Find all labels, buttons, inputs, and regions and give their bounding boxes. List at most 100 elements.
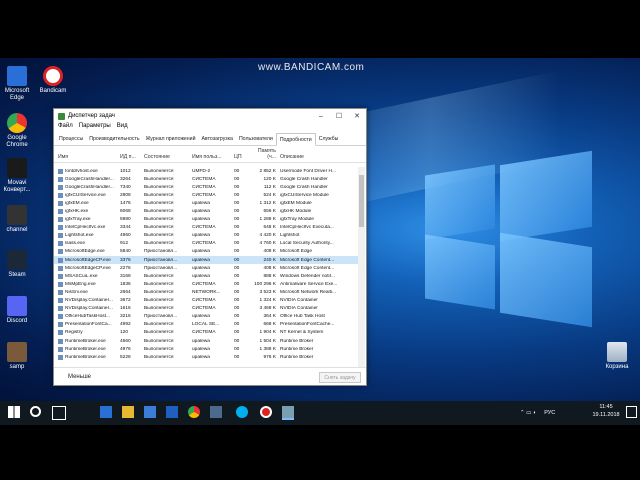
table-row[interactable]: GoogleCrashHandler... 3264 Выполняется СИСТ… — [54, 175, 358, 183]
table-row[interactable]: IntelCpHecIfvc.exe 3344 Выполняется СИСТЕМА… — [54, 224, 358, 232]
edge-taskbar-icon-2[interactable] — [166, 406, 178, 418]
process-description-text: igfxHK Module — [280, 209, 312, 215]
process-icon — [58, 257, 63, 263]
menu-options[interactable]: Параметры — [79, 123, 111, 133]
desktop-icon-channel[interactable]: channel — [0, 205, 34, 234]
table-row[interactable]: Registry 120 Выполняется СИСТЕМА 00 1 904 K NT… — [54, 329, 358, 337]
desktop-icon-discord[interactable]: Discord — [0, 296, 34, 325]
task-view-icon[interactable] — [52, 406, 66, 420]
edge-taskbar-icon[interactable] — [100, 406, 112, 418]
process-pid: 912 — [120, 241, 144, 246]
end-task-button[interactable]: Снять задачу — [319, 372, 361, 383]
process-pid: 1012 — [120, 169, 144, 174]
start-icon[interactable] — [8, 406, 20, 418]
tab-services[interactable]: Службы — [316, 133, 342, 145]
column-header-cpu[interactable]: ЦП — [234, 154, 248, 160]
record-taskbar-icon[interactable] — [260, 406, 272, 418]
table-row[interactable]: MsMpEng.exe 1836 Выполняется СИСТЕМА 00 100 2… — [54, 280, 358, 288]
table-row[interactable]: fontdrvhost.exe 1012 Выполняется UMFD-2 00 2 … — [54, 167, 358, 175]
table-row[interactable]: NisSrv.exe 2664 Выполняется NETWORK... 00 3 5… — [54, 288, 358, 296]
process-user-text: СИСТЕМА — [192, 176, 216, 182]
scrollbar[interactable] — [358, 167, 365, 367]
fewer-details-button[interactable]: Меньше — [68, 374, 91, 380]
table-row[interactable]: MicrosoftEdgeCP.exe 2276 Приостановл... upa… — [54, 264, 358, 272]
table-row[interactable]: NVDisplay.Container... 3672 Выполняется СИС… — [54, 297, 358, 305]
process-status: Приостановл... — [144, 258, 192, 263]
process-cpu-text: 00 — [234, 338, 240, 344]
process-name: igfxTray.exe — [54, 217, 120, 223]
process-memory: 120 K — [248, 177, 280, 182]
store-icon[interactable] — [144, 406, 156, 418]
table-row[interactable]: igfxTray.exe 5980 Выполняется upalewa 00 1 28… — [54, 216, 358, 224]
process-status-text: Выполняется — [144, 306, 174, 312]
table-row[interactable]: Lightshot.exe 4960 Выполняется upalewa 00 4 4… — [54, 232, 358, 240]
steam-taskbar-icon[interactable] — [210, 406, 222, 418]
process-status: Выполняется — [144, 209, 192, 214]
maximize-button[interactable]: ☐ — [330, 109, 348, 123]
letterbox-top — [0, 0, 640, 58]
title-bar[interactable]: Диспетчер задач – ☐ ✕ — [54, 109, 366, 123]
tab-processes[interactable]: Процессы — [56, 133, 86, 145]
column-header-memory[interactable]: Память (ч... — [248, 148, 280, 160]
process-memory-text: 4 420 K — [259, 233, 276, 239]
tab-users[interactable]: Пользователи — [236, 133, 276, 145]
process-status: Выполняется — [144, 241, 192, 246]
table-row[interactable]: MicrosoftEdge.exe 5840 Приостановл... upale… — [54, 248, 358, 256]
process-name-text: PresentationFontCa... — [65, 322, 112, 328]
table-row[interactable]: RuntimeBroker.exe 4560 Выполняется upalewa 0… — [54, 337, 358, 345]
language-indicator[interactable]: РУС — [544, 410, 555, 416]
table-row[interactable]: MSASCuiL.exe 3168 Выполняется upalewa 00 888 … — [54, 272, 358, 280]
skype-taskbar-icon[interactable] — [236, 406, 248, 418]
table-row[interactable]: lsass.exe 912 Выполняется СИСТЕМА 00 4 760 K L… — [54, 240, 358, 248]
close-button[interactable]: ✕ — [348, 109, 366, 123]
tray-icons[interactable]: ⌃ ▭ ◗ — [520, 410, 536, 416]
column-header-status[interactable]: Состояние — [144, 154, 192, 160]
table-row[interactable]: RuntimeBroker.exe 4976 Выполняется upalewa 0… — [54, 345, 358, 353]
process-description-text: Usermode Font Driver H... — [280, 168, 336, 174]
process-description-text: Runtime Broker — [280, 338, 314, 344]
menu-bar: Файл Параметры Вид — [54, 123, 366, 133]
process-status-text: Выполняется — [144, 200, 174, 206]
table-row[interactable]: GoogleCrashHandler... 7340 Выполняется СИСТ… — [54, 183, 358, 191]
column-header-name[interactable]: Имя — [54, 154, 120, 160]
notifications-icon[interactable] — [626, 406, 637, 418]
process-status: Приостановл... — [144, 266, 192, 271]
desktop-icon-edge[interactable]: Microsoft Edge — [0, 66, 34, 102]
desktop-icon-bandicam[interactable]: Bandicam — [36, 66, 70, 95]
column-header-description[interactable]: Описание — [280, 154, 358, 160]
process-status-text: Выполняется — [144, 289, 174, 295]
process-description-text: IntelCpHecIfvc Executa... — [280, 225, 334, 231]
table-row[interactable]: OfficeHubTaskHost... 3216 Приостановл... up… — [54, 313, 358, 321]
desktop-icon-steam[interactable]: Steam — [0, 250, 34, 279]
tab-startup[interactable]: Автозагрузка — [198, 133, 235, 145]
table-row[interactable]: igfxEM.exe 1476 Выполняется upalewa 00 1 312 … — [54, 199, 358, 207]
tab-details[interactable]: Подробности — [275, 133, 316, 146]
chrome-taskbar-icon[interactable] — [188, 406, 200, 418]
menu-file[interactable]: Файл — [58, 123, 73, 133]
desktop-icon-chrome[interactable]: Google Chrome — [0, 113, 34, 149]
table-row[interactable]: RuntimeBroker.exe 5228 Выполняется upalewa 0… — [54, 353, 358, 361]
tab-performance[interactable]: Производительность — [86, 133, 142, 145]
column-header-pid[interactable]: ИД п... — [120, 154, 144, 160]
column-header-user[interactable]: Имя польз... — [192, 154, 234, 160]
tab-app-history[interactable]: Журнал приложений — [143, 133, 199, 145]
table-row[interactable]: igfxHK.exe 6068 Выполняется upalewa 00 656 K i… — [54, 207, 358, 215]
explorer-icon[interactable] — [122, 406, 134, 418]
clock[interactable]: 11:45 19.11.2018 — [588, 403, 624, 419]
table-row[interactable]: PresentationFontCa... 4992 Выполняется LOCA… — [54, 321, 358, 329]
process-pid: 3168 — [120, 274, 144, 279]
table-row[interactable]: NVDisplay.Container... 1616 Выполняется СИС… — [54, 305, 358, 313]
process-user-text: СИСТЕМА — [192, 298, 216, 304]
desktop-icon-recycle-bin[interactable]: Корзина — [600, 342, 634, 371]
desktop-icon-movavi[interactable]: Movavi Конверт... — [0, 158, 34, 194]
process-description: Local Security Authority... — [280, 241, 358, 246]
search-icon[interactable] — [30, 406, 41, 417]
process-pid-text: 2276 — [120, 265, 131, 271]
minimize-button[interactable]: – — [312, 109, 330, 123]
task-manager-taskbar-icon[interactable] — [282, 406, 294, 420]
table-row[interactable]: igfxCUIService.exe 2808 Выполняется СИСТЕМА… — [54, 191, 358, 199]
menu-view[interactable]: Вид — [117, 123, 128, 133]
scrollbar-thumb[interactable] — [359, 175, 364, 227]
table-row[interactable]: MicrosoftEdgeCP.exe 3376 Приостановл... upa… — [54, 256, 358, 265]
desktop-icon-samp[interactable]: samp — [0, 342, 34, 371]
